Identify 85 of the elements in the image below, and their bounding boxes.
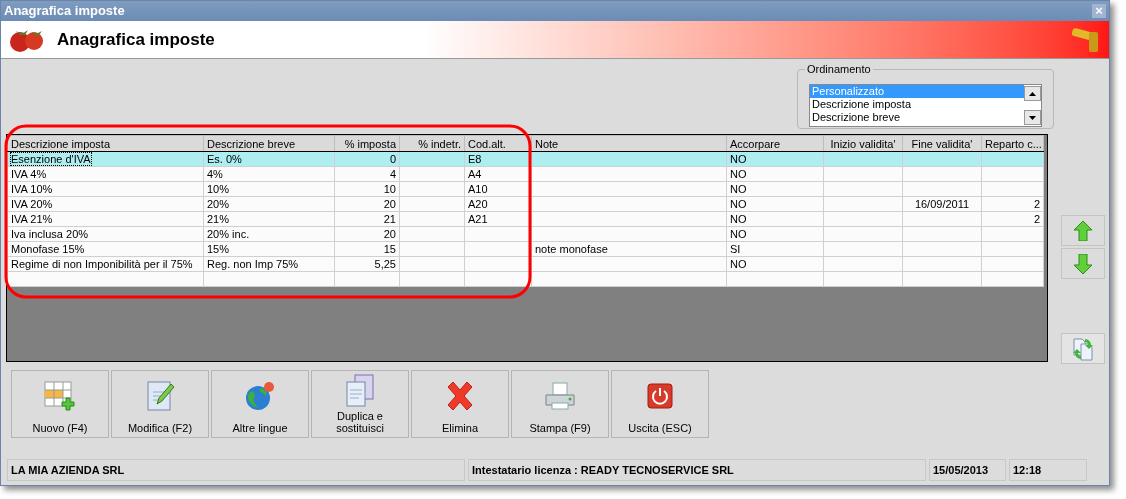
table-cell: NO [730, 213, 747, 225]
table-cell: IVA 21% [11, 213, 53, 225]
table-cell: Iva inclusa 20% [11, 228, 89, 240]
table-cell: Es. 0% [207, 153, 242, 165]
toolbar-button[interactable]: Nuovo (F4) [11, 370, 109, 438]
toolbar-button[interactable]: Altre lingue [211, 370, 309, 438]
table-cell: IVA 10% [11, 183, 53, 195]
table-cell: IVA 20% [11, 198, 53, 210]
refresh-button[interactable] [1061, 333, 1105, 364]
table-cell: Esenzione d'IVA [11, 153, 91, 165]
toolbar-button[interactable]: Uscita (ESC) [611, 370, 709, 438]
sort-listbox[interactable]: Personalizzato Descrizione imposta Descrizione breve [809, 84, 1042, 127]
table-cell: 0 [389, 153, 396, 165]
table-cell: A21 [468, 213, 488, 225]
table-cell: NO [730, 258, 747, 270]
table-cell: 2 [1033, 213, 1040, 225]
cross-icon [445, 380, 475, 411]
table-cell: 4 [389, 168, 396, 180]
column-header[interactable]: Accorpare [726, 135, 824, 152]
column-header[interactable]: % imposta [334, 135, 400, 152]
toolbar-button[interactable]: Modifica (F2) [111, 370, 209, 438]
table-cell: 5,25 [374, 258, 396, 270]
table-cell: 20% [207, 198, 230, 210]
table-cell: Monofase 15% [11, 243, 85, 255]
table-cell: NO [730, 228, 747, 240]
printer-icon [544, 380, 576, 411]
column-header[interactable]: Reparto c... [981, 135, 1044, 152]
scroll-down-button[interactable] [1024, 110, 1041, 125]
table-cell: Reg. non Imp 75% [207, 258, 299, 270]
table-cell: SI [730, 243, 741, 255]
globe-icon [244, 379, 276, 412]
table-cell: Regime di non Imponibilità per il 75% [11, 258, 193, 270]
group-label: Ordinamento [805, 62, 873, 76]
table-cell: A10 [468, 183, 488, 195]
table-cell: IVA 4% [11, 168, 47, 180]
status-date: 15/05/2013 [929, 459, 1006, 481]
grid-plus-icon [44, 379, 76, 412]
column-header[interactable]: Fine validita' [902, 135, 982, 152]
down-arrow-icon [1074, 253, 1092, 274]
toolbar-button[interactable]: Elimina [411, 370, 509, 438]
column-header[interactable]: Note [531, 135, 727, 152]
status-company: LA MIA AZIENDA SRL [7, 459, 465, 481]
table-cell: note monofase [535, 243, 608, 255]
page-heading: Anagrafica imposte [57, 28, 215, 51]
table-cell: 16/09/2011 [914, 198, 970, 210]
window-title: Anagrafica imposte [4, 2, 125, 21]
table-cell: 15% [207, 243, 230, 255]
table-cell: NO [730, 168, 747, 180]
toolbar-button[interactable]: Duplica e sostituisci [311, 370, 409, 438]
column-header[interactable]: Inizio validita' [823, 135, 903, 152]
table-cell: 20 [383, 228, 396, 240]
table-cell: 20% inc. [207, 228, 250, 240]
table-cell: 21% [207, 213, 230, 225]
documents-icon [345, 373, 375, 408]
toolbar-button[interactable]: Stampa (F9) [511, 370, 609, 438]
table-cell: NO [730, 183, 747, 195]
table-cell: 21 [383, 213, 396, 225]
list-option[interactable]: Descrizione imposta [810, 98, 1024, 111]
column-header[interactable]: % indetr. [399, 135, 465, 152]
table-cell: NO [730, 153, 747, 165]
table-cell: 10% [207, 183, 230, 195]
move-down-button[interactable] [1061, 248, 1105, 279]
table-cell: E8 [468, 153, 482, 165]
table-cell: 10 [383, 183, 396, 195]
column-header[interactable]: Descrizione breve [203, 135, 335, 152]
power-icon [647, 382, 673, 409]
down-arrow-icon [1029, 115, 1036, 120]
move-up-button[interactable] [1061, 215, 1105, 246]
column-header[interactable]: Descrizione imposta [7, 135, 204, 152]
document-swap-icon [1072, 336, 1094, 361]
table-cell: 4% [207, 168, 223, 180]
scroll-up-button[interactable] [1024, 86, 1041, 101]
table-cell: 15 [383, 243, 396, 255]
table-cell: 2 [1033, 198, 1040, 210]
document-pencil-icon [145, 379, 175, 412]
list-option[interactable]: Descrizione breve [810, 111, 1024, 124]
up-arrow-icon [1074, 220, 1092, 241]
status-license: Intestatario licenza : READY TECNOSERVICE SRL [468, 459, 926, 481]
status-time: 12:18 [1009, 459, 1087, 481]
up-arrow-icon [1029, 91, 1036, 96]
table-cell: A20 [468, 198, 488, 210]
table-cell: NO [730, 198, 747, 210]
column-header[interactable]: Cod.alt. [464, 135, 532, 152]
table-cell: A4 [468, 168, 482, 180]
table-cell: 20 [383, 198, 396, 210]
